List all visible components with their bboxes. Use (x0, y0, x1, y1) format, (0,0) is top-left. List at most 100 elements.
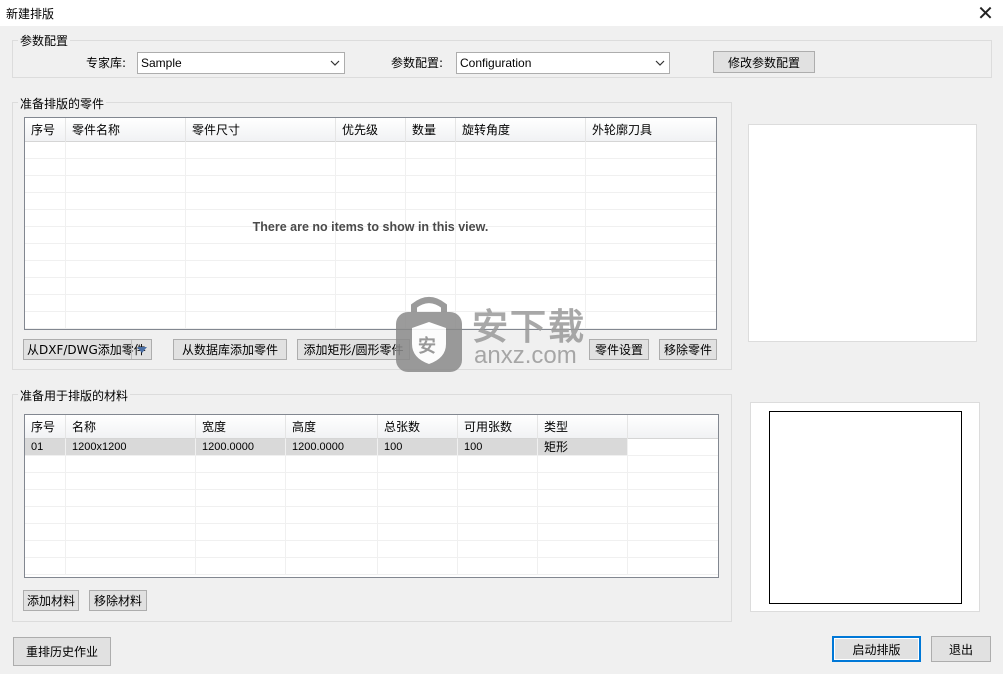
column-header[interactable]: 类型 (538, 415, 628, 439)
remove-part-button[interactable]: 移除零件 (659, 339, 717, 360)
rerun-history-button[interactable]: 重排历史作业 (13, 637, 111, 666)
empty-row (25, 278, 716, 295)
empty-cell (456, 261, 586, 277)
empty-cell (25, 278, 66, 294)
empty-cell (336, 244, 406, 260)
material-sheet-outline (769, 411, 962, 604)
empty-cell (628, 524, 718, 540)
empty-cell (538, 558, 628, 574)
table-row[interactable]: 01 1200x1200 1200.0000 1200.0000 100 100… (25, 439, 718, 456)
empty-cell (538, 456, 628, 472)
empty-cell (186, 244, 336, 260)
column-header[interactable]: 优先级 (336, 118, 406, 142)
empty-cell (196, 473, 286, 489)
exit-button[interactable]: 退出 (931, 636, 991, 662)
expert-label: 专家库: (86, 56, 127, 70)
empty-cell (186, 193, 336, 209)
config-select-value: Configuration (460, 56, 532, 70)
empty-cell (66, 176, 186, 192)
empty-cell (586, 142, 716, 158)
empty-cell (25, 490, 66, 506)
empty-cell (66, 278, 186, 294)
modify-config-button[interactable]: 修改参数配置 (713, 51, 815, 73)
empty-cell (66, 507, 196, 523)
empty-row (25, 312, 716, 329)
column-header[interactable]: 数量 (406, 118, 456, 142)
column-header[interactable]: 旋转角度 (456, 118, 586, 142)
empty-cell (66, 193, 186, 209)
empty-cell (196, 507, 286, 523)
chevron-down-icon (651, 53, 669, 73)
empty-cell (66, 541, 196, 557)
empty-cell (25, 142, 66, 158)
table-cell: 1200.0000 (196, 439, 286, 455)
empty-cell (458, 541, 538, 557)
empty-cell (538, 490, 628, 506)
empty-row (25, 524, 718, 541)
column-header[interactable]: 宽度 (196, 415, 286, 439)
column-header[interactable]: 高度 (286, 415, 378, 439)
empty-cell (538, 507, 628, 523)
empty-cell (186, 261, 336, 277)
empty-cell (196, 490, 286, 506)
part-preview-panel (748, 124, 977, 342)
empty-cell (66, 142, 186, 158)
column-header[interactable]: 序号 (25, 118, 66, 142)
start-nesting-button[interactable]: 启动排版 (832, 636, 921, 662)
empty-cell (25, 159, 66, 175)
column-header[interactable]: 外轮廓刀具 (586, 118, 716, 142)
empty-cell (186, 312, 336, 328)
empty-cell (336, 193, 406, 209)
empty-cell (25, 193, 66, 209)
empty-cell (25, 473, 66, 489)
empty-cell (336, 159, 406, 175)
empty-cell (628, 490, 718, 506)
empty-cell (586, 193, 716, 209)
chevron-down-icon (326, 53, 344, 73)
empty-cell (66, 558, 196, 574)
column-header[interactable]: 零件名称 (66, 118, 186, 142)
empty-cell (456, 176, 586, 192)
empty-cell (458, 507, 538, 523)
materials-list[interactable]: 序号 名称 宽度 高度 总张数 可用张数 类型 01 1200x1200 120… (24, 414, 719, 578)
empty-cell (458, 490, 538, 506)
empty-cell (538, 541, 628, 557)
empty-cell (458, 558, 538, 574)
empty-cell (586, 278, 716, 294)
expert-select[interactable]: Sample (137, 52, 345, 74)
empty-row (25, 541, 718, 558)
empty-cell (196, 558, 286, 574)
column-header[interactable]: 序号 (25, 415, 66, 439)
close-icon: ✕ (977, 1, 994, 25)
add-from-dxf-button[interactable]: 从DXF/DWG添加零件 (23, 339, 152, 360)
empty-cell (336, 278, 406, 294)
empty-list-message: There are no items to show in this view. (252, 220, 489, 234)
close-button[interactable]: ✕ (968, 0, 1003, 26)
empty-row (25, 456, 718, 473)
column-header[interactable]: 总张数 (378, 415, 458, 439)
materials-group-label: 准备用于排版的材料 (18, 387, 131, 404)
table-cell: 矩形 (538, 439, 628, 455)
empty-row (25, 295, 716, 312)
empty-cell (538, 473, 628, 489)
empty-cell (628, 558, 718, 574)
empty-cell (25, 558, 66, 574)
empty-cell (25, 541, 66, 557)
empty-row (25, 159, 716, 176)
add-from-dxf-label: 从DXF/DWG添加零件 (27, 343, 146, 357)
empty-cell (25, 176, 66, 192)
empty-cell (25, 312, 66, 328)
params-group-label: 参数配置 (18, 32, 71, 49)
column-header[interactable]: 名称 (66, 415, 196, 439)
empty-cell (406, 261, 456, 277)
column-header[interactable]: 可用张数 (458, 415, 538, 439)
dropdown-arrow-icon[interactable] (131, 340, 151, 359)
empty-cell (406, 159, 456, 175)
column-header[interactable]: 零件尺寸 (186, 118, 336, 142)
remove-material-button[interactable]: 移除材料 (89, 590, 147, 611)
add-material-button[interactable]: 添加材料 (23, 590, 79, 611)
config-select[interactable]: Configuration (456, 52, 670, 74)
add-from-database-button[interactable]: 从数据库添加零件 (173, 339, 287, 360)
table-cell: 1200.0000 (286, 439, 378, 455)
empty-row (25, 490, 718, 507)
